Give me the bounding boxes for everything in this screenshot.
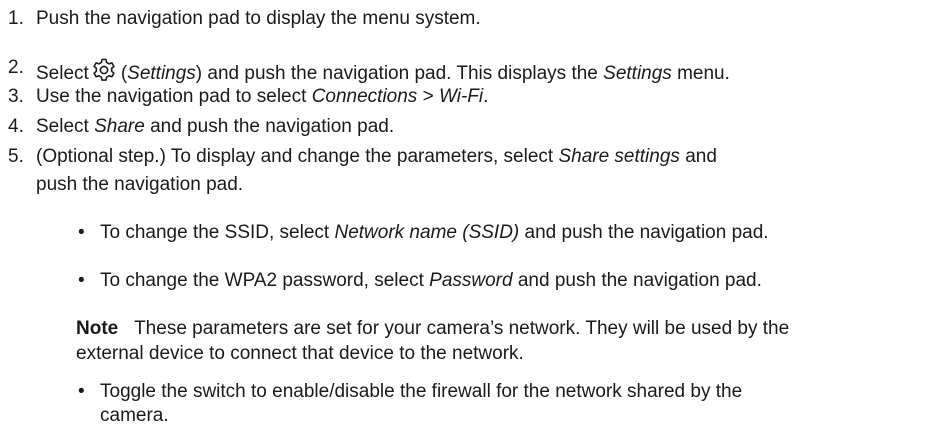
bullet-text-part: and push the navigation pad. [512, 270, 762, 291]
step-text-part: Use the navigation pad to select [36, 86, 312, 107]
settings-term: Settings [127, 63, 196, 84]
step-text-part: > [417, 86, 439, 107]
bullet-text: Toggle the switch to enable/disable the … [100, 381, 743, 402]
connections-term: Connections [311, 86, 418, 107]
bullet-text-part: and push the navigation pad. [519, 222, 769, 243]
bullet-marker: • [78, 381, 85, 402]
network-name-term: Network name (SSID) [334, 222, 520, 243]
step-text: Select (Settings) and push the navigation… [36, 57, 730, 85]
note-text-line: external device to connect that device t… [76, 343, 524, 364]
step-text-part: Select [36, 116, 95, 137]
step-text: Use the navigation pad to select Connect… [36, 86, 488, 108]
step-number: 2. [8, 57, 24, 78]
step-text-part: (Optional step.) To display and change t… [36, 146, 559, 167]
gear-icon [93, 58, 115, 81]
note-text: Note These parameters are set for your c… [76, 318, 789, 340]
step-number: 4. [8, 116, 24, 137]
password-term: Password [429, 270, 513, 291]
step-text: Push the navigation pad to display the m… [36, 8, 481, 29]
bullet-text: camera. [100, 405, 169, 426]
wifi-term: Wi-Fi [438, 86, 484, 107]
step-text: (Optional step.) To display and change t… [36, 146, 717, 168]
note-text-line: These parameters are set for your camera… [134, 318, 790, 339]
step-text-part: and [679, 146, 717, 167]
bullet-marker: • [78, 270, 85, 291]
step-number: 1. [8, 8, 24, 29]
step-text-part: Select [36, 63, 89, 84]
step-text-part: . [483, 86, 489, 107]
bullet-text: To change the WPA2 password, select Pass… [100, 270, 762, 292]
bullet-text-part: To change the WPA2 password, select [100, 270, 430, 291]
note-label: Note [76, 318, 119, 339]
step-text-part: and push the navigation pad. [144, 116, 395, 137]
share-settings-term: Share settings [558, 146, 680, 167]
bullet-text-part: To change the SSID, select [100, 222, 335, 243]
bullet-text: To change the SSID, select Network name … [100, 222, 769, 244]
instruction-document: 1. Push the navigation pad to display th… [0, 0, 949, 432]
step-text: push the navigation pad. [36, 174, 244, 195]
step-number: 3. [8, 86, 24, 107]
step-number: 5. [8, 146, 24, 167]
bullet-marker: • [78, 222, 85, 243]
step-text-part: ) and push the navigation pad. This disp… [195, 63, 604, 84]
step-text: Select Share and push the navigation pad… [36, 116, 394, 138]
step-text-part: menu. [671, 63, 730, 84]
share-term: Share [94, 116, 145, 137]
settings-term: Settings [603, 63, 672, 84]
